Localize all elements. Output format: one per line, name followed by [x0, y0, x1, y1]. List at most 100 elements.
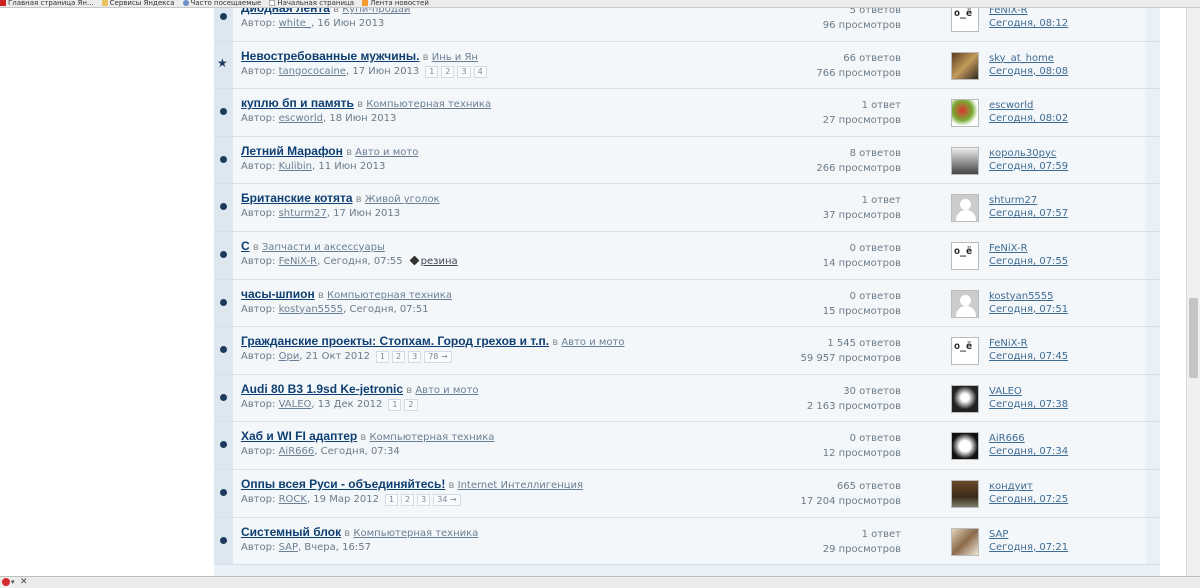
last-poster-link[interactable]: кондуит: [989, 481, 1033, 492]
topic-title-link[interactable]: часы-шпион: [241, 287, 315, 301]
page-link[interactable]: 78 →: [424, 351, 452, 364]
topic-row: Audi 80 B3 1.9sd Ke-jetronic в Авто и мо…: [214, 374, 1160, 423]
last-poster-link[interactable]: FeNiX-R: [989, 243, 1028, 254]
page-link[interactable]: 34 →: [433, 493, 461, 506]
topic-title-link[interactable]: куплю бп и память: [241, 96, 354, 110]
forum-link[interactable]: Internet Интеллигенция: [458, 480, 583, 491]
last-poster-link[interactable]: FeNiX-R: [989, 338, 1028, 349]
topic-title-link[interactable]: Системный блок: [241, 525, 341, 539]
last-poster-link[interactable]: sky_at_home: [989, 53, 1054, 64]
forum-link[interactable]: Авто и мото: [355, 147, 418, 158]
author-link[interactable]: FeNiX-R: [279, 256, 318, 267]
last-poster-avatar[interactable]: [951, 289, 979, 318]
forum-link[interactable]: Компьютерная техника: [353, 528, 478, 539]
page-link[interactable]: 3: [417, 493, 431, 506]
author-prefix: Автор:: [241, 541, 276, 553]
forum-link[interactable]: Авто и мото: [415, 385, 478, 396]
bookmark-item[interactable]: Начальная страница: [269, 0, 354, 7]
page-link[interactable]: 1: [388, 398, 402, 411]
last-poster-avatar[interactable]: o_ё: [951, 337, 979, 366]
bookmark-item[interactable]: Часто посещаемые: [182, 0, 261, 7]
forum-link[interactable]: Купи-продай: [342, 8, 410, 15]
last-poster-link[interactable]: shturm27: [989, 195, 1037, 206]
page-link[interactable]: 2: [441, 65, 455, 78]
forum-link[interactable]: Живой уголок: [365, 194, 440, 205]
last-poster-avatar[interactable]: [951, 146, 979, 175]
last-poster-avatar[interactable]: [951, 384, 979, 413]
last-poster-avatar[interactable]: o_ё: [951, 241, 979, 270]
last-poster-link[interactable]: escworld: [989, 100, 1033, 111]
topic-title-link[interactable]: С: [241, 239, 250, 253]
last-post-time-link[interactable]: Сегодня, 08:12: [989, 18, 1068, 29]
page-link[interactable]: 2: [404, 398, 418, 411]
last-post-time-link[interactable]: Сегодня, 07:45: [989, 351, 1068, 362]
author-link[interactable]: white_: [279, 18, 311, 29]
topic-title-link[interactable]: Хаб и WI FI адаптер: [241, 429, 357, 443]
author-link[interactable]: SAP: [279, 542, 298, 553]
last-poster-link[interactable]: FeNiX-R: [989, 8, 1028, 16]
last-poster-avatar[interactable]: o_ё: [951, 8, 979, 32]
page-link[interactable]: 1: [384, 493, 399, 506]
last-poster-link[interactable]: VALEO: [989, 386, 1022, 397]
last-poster-avatar[interactable]: [951, 99, 979, 128]
author-link[interactable]: tangococaine: [279, 66, 346, 77]
page-link[interactable]: 1: [425, 65, 439, 78]
topic-status-dot-icon: [220, 108, 227, 116]
author-link[interactable]: Kulibin: [279, 161, 312, 172]
topic-title-link[interactable]: Британские котята: [241, 191, 353, 205]
last-post-time-link[interactable]: Сегодня, 07:38: [989, 399, 1068, 410]
author-link[interactable]: AiR666: [279, 446, 315, 457]
last-post-time-link[interactable]: Сегодня, 07:21: [989, 542, 1068, 553]
author-link[interactable]: shturm27: [279, 208, 327, 219]
last-poster-avatar[interactable]: [951, 527, 979, 556]
last-poster-link[interactable]: AiR666: [989, 433, 1025, 444]
page-link[interactable]: 1: [375, 351, 390, 364]
topic-title-link[interactable]: Audi 80 B3 1.9sd Ke-jetronic: [241, 382, 403, 396]
last-post-time-link[interactable]: Сегодня, 07:51: [989, 304, 1068, 315]
bookmark-item[interactable]: Лента новостей: [362, 0, 429, 7]
scrollbar-thumb[interactable]: [1189, 298, 1198, 378]
author-link[interactable]: escworld: [279, 113, 323, 124]
last-poster-link[interactable]: kostyan5555: [989, 291, 1054, 302]
last-poster-link[interactable]: SAP: [989, 529, 1008, 540]
author-link[interactable]: Ори: [279, 351, 300, 362]
vertical-scrollbar[interactable]: [1186, 8, 1200, 576]
page-link[interactable]: 2: [392, 351, 406, 364]
last-poster-link[interactable]: король30рус: [989, 148, 1056, 159]
last-poster-avatar[interactable]: [951, 432, 979, 461]
bookmark-item[interactable]: Сервисы Яндекса: [101, 0, 175, 7]
page-link[interactable]: 3: [408, 351, 422, 364]
page-link[interactable]: 4: [473, 65, 487, 78]
forum-link[interactable]: Компьютерная техника: [366, 99, 491, 110]
last-post-time-link[interactable]: Сегодня, 08:08: [989, 66, 1068, 77]
last-post-time-link[interactable]: Сегодня, 08:02: [989, 113, 1068, 124]
opera-menu-icon[interactable]: [2, 578, 10, 586]
forum-link[interactable]: Запчасти и аксессуары: [262, 242, 385, 253]
dropdown-arrow-icon[interactable]: ▾: [11, 577, 15, 587]
page-link[interactable]: 2: [401, 493, 415, 506]
topic-title-link[interactable]: Оппы всея Руси - объединяйтесь!: [241, 477, 445, 491]
forum-link[interactable]: Инь и Ян: [432, 52, 478, 63]
last-post-time-link[interactable]: Сегодня, 07:34: [989, 446, 1068, 457]
author-link[interactable]: ROCK: [279, 494, 307, 505]
forum-link[interactable]: Авто и мото: [561, 337, 624, 348]
bookmark-item[interactable]: Главная страница Ян...: [0, 0, 94, 7]
last-poster-avatar[interactable]: [951, 479, 979, 508]
last-post-time-link[interactable]: Сегодня, 07:57: [989, 208, 1068, 219]
author-link[interactable]: VALEO: [279, 399, 312, 410]
forum-link[interactable]: Компьютерная техника: [370, 432, 495, 443]
last-post-time-link[interactable]: Сегодня, 07:25: [989, 494, 1068, 505]
topic-title-link[interactable]: Невостребованные мужчины.: [241, 49, 419, 63]
last-post-time-link[interactable]: Сегодня, 07:55: [989, 256, 1068, 267]
author-link[interactable]: kostyan5555: [279, 304, 344, 315]
page-link[interactable]: 3: [457, 65, 471, 78]
tag-link[interactable]: резина: [421, 256, 458, 267]
topic-title-link[interactable]: Летний Марафон: [241, 144, 343, 158]
topic-title-link[interactable]: Гражданские проекты: Стопхам. Город грех…: [241, 334, 549, 348]
last-poster-avatar[interactable]: [951, 51, 979, 80]
close-icon[interactable]: ✕: [20, 577, 28, 587]
last-post-time-link[interactable]: Сегодня, 07:59: [989, 161, 1068, 172]
forum-link[interactable]: Компьютерная техника: [327, 290, 452, 301]
last-poster-avatar[interactable]: [951, 194, 979, 223]
topic-title-link[interactable]: Диодная лента: [241, 8, 330, 15]
